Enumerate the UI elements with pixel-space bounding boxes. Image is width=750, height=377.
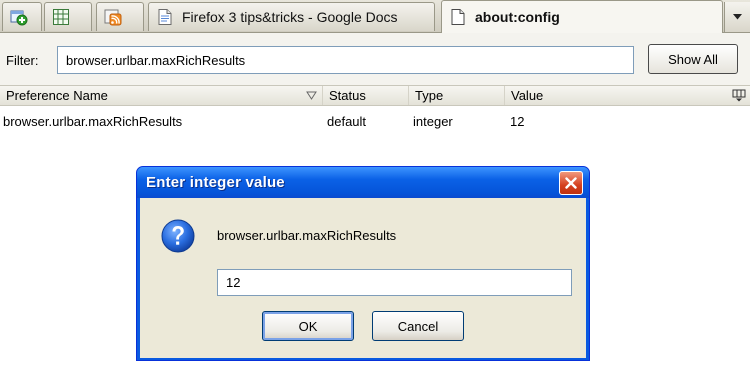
tab-google-docs[interactable]: Firefox 3 tips&tricks - Google Docs: [148, 2, 435, 31]
rss-feed-icon: [104, 9, 122, 26]
table-row[interactable]: browser.urlbar.maxRichResults default in…: [0, 111, 750, 133]
column-label: Value: [511, 88, 544, 103]
dialog-title: Enter integer value: [146, 174, 285, 191]
filter-label: Filter:: [6, 53, 39, 68]
tab-label: about:config: [475, 9, 560, 25]
column-header-value[interactable]: Value: [505, 86, 727, 105]
tab-list-button[interactable]: [724, 2, 750, 32]
column-picker-icon[interactable]: [732, 89, 746, 102]
preference-name-cell: browser.urlbar.maxRichResults: [3, 114, 183, 129]
spreadsheet-icon: [53, 9, 69, 25]
integer-value-input[interactable]: [217, 269, 572, 296]
tab-spreadsheet[interactable]: [44, 2, 92, 31]
column-label: Preference Name: [6, 88, 108, 103]
add-tab-icon: [10, 10, 28, 26]
tab-label: Firefox 3 tips&tricks - Google Docs: [182, 9, 398, 25]
tab-about-config[interactable]: about:config: [441, 0, 723, 33]
tab-feed[interactable]: [96, 2, 144, 31]
column-header-status[interactable]: Status: [323, 86, 409, 105]
ok-button[interactable]: OK: [262, 311, 354, 341]
show-all-button[interactable]: Show All: [648, 44, 738, 74]
dialog-body: browser.urlbar.maxRichResults OK Cancel: [140, 198, 586, 358]
blank-page-icon: [451, 9, 465, 25]
column-label: Type: [415, 88, 444, 103]
filter-input[interactable]: [57, 46, 634, 74]
dialog-message: browser.urlbar.maxRichResults: [217, 228, 397, 243]
question-icon: [161, 219, 195, 253]
value-cell: 12: [510, 114, 525, 129]
column-label: Status: [329, 88, 366, 103]
close-button[interactable]: [559, 171, 583, 195]
filter-bar: Filter: Show All: [0, 33, 750, 85]
sort-indicator-icon: [306, 91, 317, 100]
cancel-button[interactable]: Cancel: [372, 311, 464, 341]
tab-new[interactable]: [2, 2, 42, 31]
column-header-preference-name[interactable]: Preference Name: [0, 86, 323, 105]
status-cell: default: [327, 114, 367, 129]
close-icon: [565, 177, 577, 189]
preferences-table-header: Preference Name Status Type Value: [0, 85, 750, 106]
enter-integer-dialog: Enter integer value browser.urlbar.maxRi…: [136, 166, 590, 361]
google-docs-page-icon: [158, 9, 172, 25]
column-header-type[interactable]: Type: [409, 86, 505, 105]
type-cell: integer: [413, 114, 453, 129]
chevron-down-icon: [733, 14, 742, 20]
dialog-titlebar[interactable]: Enter integer value: [137, 167, 589, 198]
tab-strip: Firefox 3 tips&tricks - Google Docs abou…: [0, 0, 750, 33]
